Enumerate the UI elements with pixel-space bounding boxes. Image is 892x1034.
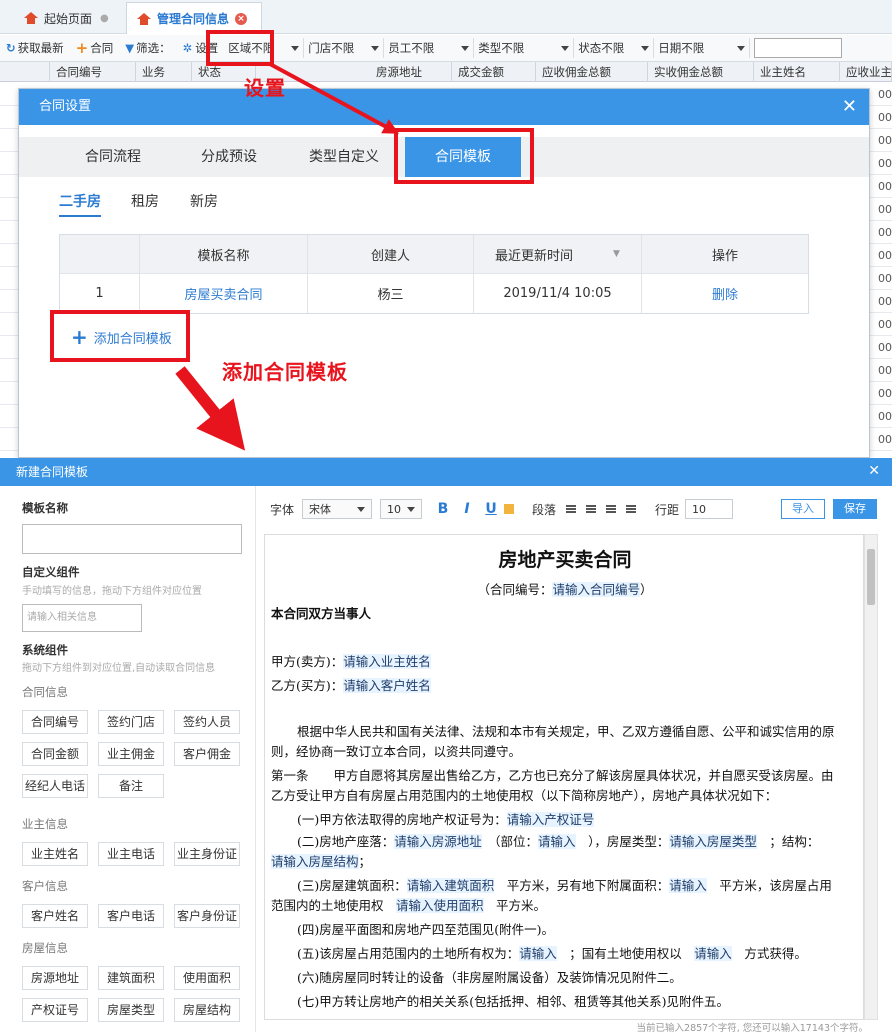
chip-owner-commission[interactable]: 业主佣金 [98,742,164,766]
new-template-dialog: 新建合同模板 ✕ 模板名称 自定义组件 手动填写的信息，拖动下方组件对应位置 请… [0,458,892,1034]
dialog-title: 新建合同模板 [16,465,89,479]
character-count: 当前已输入2857个字符, 您还可以输入17143个字符。 [636,1023,868,1034]
doc-line: 根据中华人民共和国有关法律、法规和本市有关规定，甲、乙双方遵循自愿、公平和诚实信… [297,724,835,739]
arrow-to-template-tab [269,62,400,134]
chip-client-commission[interactable]: 客户佣金 [174,742,240,766]
group-label-owner: 业主信息 [22,817,68,831]
paragraph-label: 段落 [532,502,557,517]
color-icon[interactable] [504,504,515,514]
align-justify-icon[interactable] [626,505,637,513]
doc-line: (五)该房屋占用范围内的土地所有权为：请输入 ；国有土地使用权以 请输入 方式获… [297,946,807,961]
chip-remark[interactable]: 备注 [98,774,164,798]
save-button[interactable]: 保存 [833,499,878,519]
system-components-hint: 拖动下方组件到对应位置,自动读取合同信息 [22,663,216,674]
import-button[interactable]: 导入 [781,499,826,519]
chip-sign-store[interactable]: 签约门店 [98,710,164,734]
template-name-label: 模板名称 [22,501,68,515]
align-left-icon[interactable] [566,505,577,513]
doc-line: 请输入房屋结构； [271,854,372,869]
template-name-input[interactable] [22,524,242,554]
chip-house-type[interactable]: 房屋类型 [98,998,164,1022]
document-subtitle: （合同编号：请输入合同编号） [477,582,653,597]
close-icon[interactable]: ✕ [868,457,880,485]
doc-line: (六)随房屋同时转让的设备（非房屋附属设备）及装饰情况见附件二。 [297,970,682,985]
align-center-icon[interactable] [586,505,597,513]
line-spacing-label: 行距 [655,502,680,517]
doc-line: 范围内的土地使用权 请输入使用面积 平方米。 [271,898,547,913]
underline-icon[interactable]: U [482,501,500,517]
chevron-down-icon [357,506,366,512]
chip-agent-phone[interactable]: 经纪人电话 [22,774,88,798]
chip-sign-staff[interactable]: 签约人员 [174,710,240,734]
chip-contract-no[interactable]: 合同编号 [22,710,88,734]
doc-line: (一)甲方依法取得的房地产权证号为：请输入产权证号 [297,812,595,827]
chip-owner-name[interactable]: 业主姓名 [22,842,88,866]
chip-title-no[interactable]: 产权证号 [22,998,88,1022]
document-scrollbar[interactable] [864,534,878,1020]
doc-line: (三)房屋建筑面积：请输入建筑面积 平方米，另有地下附属面积：请输入 平方米，该… [297,878,832,893]
chevron-down-icon [407,506,416,512]
chip-building-area[interactable]: 建筑面积 [98,966,164,990]
custom-info-input[interactable]: 请输入相关信息 [22,604,142,632]
chip-client-phone[interactable]: 客户电话 [98,904,164,928]
chip-usable-area[interactable]: 使用面积 [174,966,240,990]
custom-components-hint: 手动填写的信息，拖动下方组件对应位置 [22,586,202,597]
chip-owner-phone[interactable]: 业主电话 [98,842,164,866]
annotation-arrows [175,62,400,451]
custom-components-title: 自定义组件 [22,565,80,579]
system-components-title: 系统组件 [22,643,68,657]
doc-line: 第一条 甲方自愿将其房屋出售给乙方，乙方也已充分了解该房屋具体状况，并自愿买受该… [271,768,834,783]
doc-line: 甲方(卖方)：请输入业主姓名 [271,654,431,669]
font-size-select[interactable]: 10 [380,499,423,519]
chip-house-structure[interactable]: 房屋结构 [174,998,240,1022]
chip-owner-id[interactable]: 业主身份证 [174,842,240,866]
doc-line: 本合同双方当事人 [271,606,372,621]
doc-line: (二)房地产座落：请输入房源地址 （部位：请输入 ），房屋类型：请输入房屋类型 … [297,834,820,849]
document-title: 房地产买卖合同 [498,549,632,571]
group-label-house: 房屋信息 [22,941,68,955]
font-select[interactable]: 宋体 [302,499,373,519]
arrow-to-new-template [175,366,246,451]
component-panel: 模板名称 自定义组件 手动填写的信息，拖动下方组件对应位置 请输入相关信息 系统… [0,486,256,1032]
line-spacing-input[interactable]: 10 [685,499,734,519]
document-editor[interactable]: 房地产买卖合同 （合同编号：请输入合同编号） 本合同双方当事人 甲方(卖方)：请… [264,534,864,1020]
group-label-client: 客户信息 [22,879,68,893]
scrollbar-thumb[interactable] [867,549,875,605]
doc-line: 乙方受让甲方自有房屋占用范围内的土地使用权（以下简称房地产），房地产具体状况如下… [271,788,778,803]
italic-icon[interactable]: I [458,501,476,517]
doc-line: (四)房屋平面图和房地产四至范围见(附件一)。 [297,922,555,937]
doc-line: (七)甲方转让房地产的相关关系(包括抵押、相邻、租赁等其他关系)见附件五。 [297,994,730,1009]
chip-client-id[interactable]: 客户身份证 [174,904,240,928]
doc-line: 则，经协商一致订立本合同，以资共同遵守。 [271,744,522,759]
dialog-header: 新建合同模板 ✕ [0,458,892,486]
font-label: 字体 [270,502,295,517]
group-label-contract: 合同信息 [22,685,68,699]
chip-contract-amount[interactable]: 合同金额 [22,742,88,766]
chip-house-address[interactable]: 房源地址 [22,966,88,990]
bold-icon[interactable]: B [434,501,452,517]
editor-toolbar: 字体 宋体 10 B I U 段落 行距 10 导入 保存 [256,486,892,532]
chip-client-name[interactable]: 客户姓名 [22,904,88,928]
align-right-icon[interactable] [606,505,617,513]
doc-line: 乙方(买方)：请输入客户姓名 [271,678,431,693]
